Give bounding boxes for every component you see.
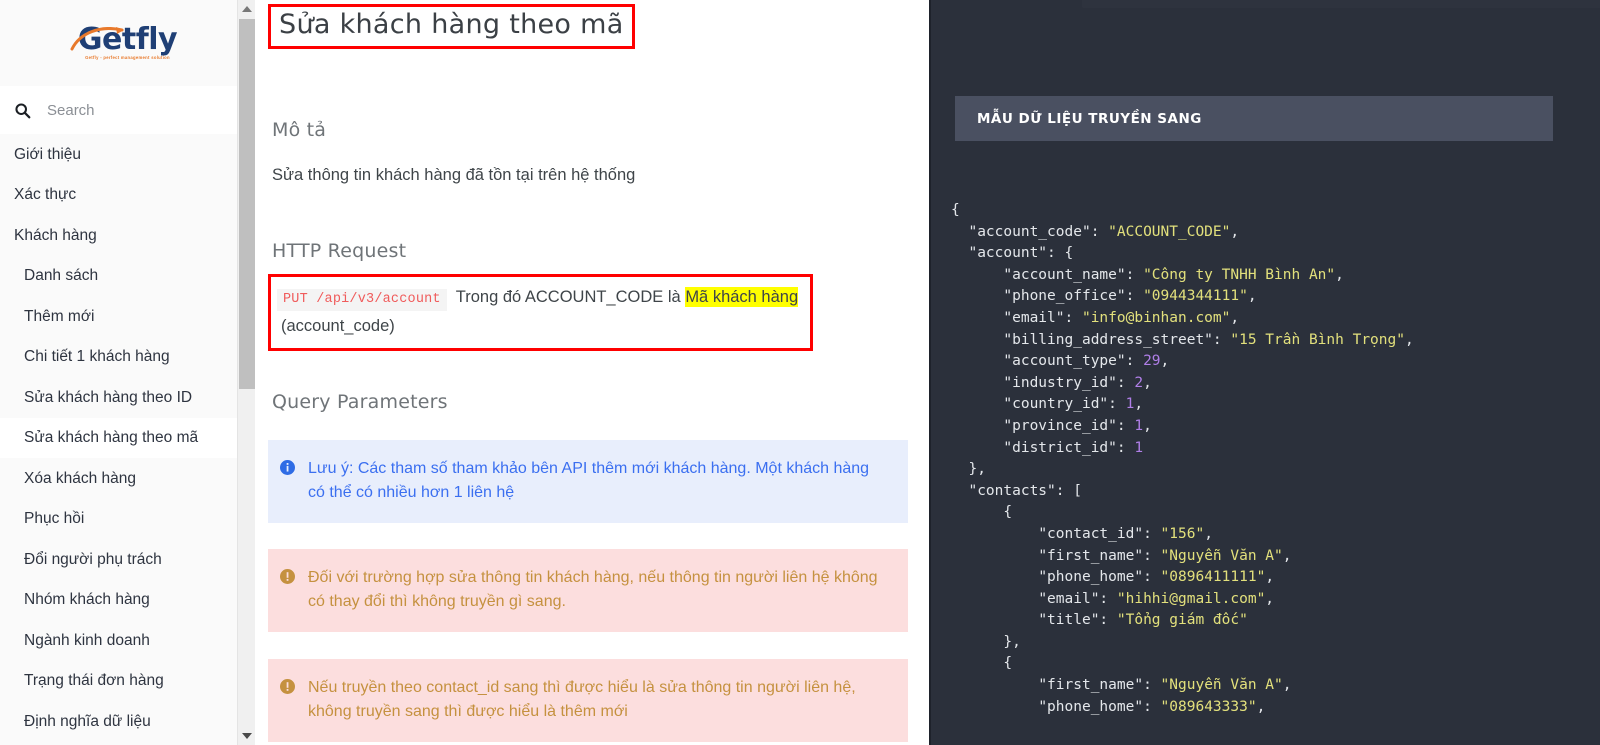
sidebar-item-label: Sửa khách hàng theo ID [24,388,193,406]
description-body: Sửa thông tin khách hàng đã tồn tại trên… [272,166,636,185]
sidebar-item-3[interactable]: Khách hàng [0,215,255,256]
sidebar-item-15[interactable]: Định nghĩa dữ liệu [0,701,255,742]
search-bar[interactable] [0,86,255,134]
exclamation-circle-icon [280,678,295,702]
sidebar-item-4[interactable]: Danh sách [0,255,255,296]
sidebar-item-label: Chi tiết 1 khách hàng [24,348,170,365]
code-sample-title: MẪU DỮ LIỆU TRUYỀN SANG [977,110,1202,127]
sidebar-item-label: Xóa khách hàng [24,469,137,487]
scroll-up-arrow-icon[interactable] [238,0,255,18]
scrollbar-thumb[interactable] [239,19,255,389]
sidebar-item-label: Xác thực [14,186,77,203]
http-desc-highlight: Mã khách hàng [685,286,799,307]
code-sample-header: MẪU DỮ LIỆU TRUYỀN SANG [955,96,1553,141]
sidebar-item-label: Giới thiệu [14,145,82,163]
search-input[interactable] [47,101,217,119]
http-path: /api/v3/account [316,291,441,307]
info-circle-icon [280,459,295,483]
sidebar-item-9[interactable]: Xóa khách hàng [0,458,255,499]
page-title: Sửa khách hàng theo mã [279,9,624,40]
notes-list: Lưu ý: Các tham số tham khảo bên API thê… [268,439,929,745]
note-warning-3: Nếu truyền theo contact_id sang thì được… [268,658,908,742]
sidebar-scrollbar[interactable] [237,0,255,745]
search-icon [15,102,31,118]
note-text: Lưu ý: Các tham số tham khảo bên API thê… [308,459,870,501]
sidebar-nav: Giới thiệu Xác thực Khách hàng Danh sách Thê… [0,134,255,742]
sidebar: Getfly Getfly - perfect management solut… [0,0,255,745]
sidebar-item-1[interactable]: Giới thiệu [0,134,255,175]
http-endpoint-code: PUT /api/v3/account [277,288,447,311]
sidebar-item-label: Danh sách [24,267,99,284]
description-heading: Mô tả [272,119,327,142]
code-sample-json: { "account_code": "ACCOUNT_CODE", "accou… [951,202,1414,715]
sidebar-item-label: Trạng thái đơn hàng [24,672,164,689]
sidebar-item-label: Ngành kinh doanh [24,631,150,649]
sidebar-item-5[interactable]: Thêm mới [0,296,255,337]
code-panel-top-bar [1082,0,1600,8]
main-content: Sửa khách hàng theo mã Mô tả Sửa thông t… [255,0,929,745]
sidebar-item-label: Phục hồi [24,510,85,527]
sidebar-item-12[interactable]: Nhóm khách hàng [0,579,255,620]
logo-tagline: Getfly - perfect management solution [85,55,170,61]
note-warning-2: Đối với trường hợp sửa thông tin khách h… [268,548,908,632]
http-request-heading: HTTP Request [272,239,407,262]
sidebar-item-7[interactable]: Sửa khách hàng theo ID [0,377,255,418]
exclamation-circle-icon [280,568,295,592]
note-text: Nếu truyền theo contact_id sang thì được… [308,678,856,720]
http-desc-line2: (account_code) [281,316,395,335]
sidebar-item-6[interactable]: Chi tiết 1 khách hàng [0,336,255,377]
scroll-down-arrow-icon[interactable] [238,727,255,745]
brand-logo[interactable]: Getfly Getfly - perfect management solut… [0,0,255,86]
http-desc-text: Trong đó ACCOUNT_CODE là [455,287,681,306]
sidebar-item-label: Đổi người phụ trách [24,550,162,568]
sidebar-item-label: Khách hàng [14,226,97,244]
sidebar-item-14[interactable]: Trạng thái đơn hàng [0,660,255,701]
http-request-annotation-box: PUT /api/v3/account Trong đó ACCOUNT_COD… [268,273,813,351]
sidebar-item-8[interactable]: Sửa khách hàng theo mã [0,417,255,458]
sidebar-item-label: Định nghĩa dữ liệu [24,712,151,730]
sidebar-item-label: Nhóm khách hàng [24,591,150,608]
sidebar-item-10[interactable]: Phục hồi [0,498,255,539]
sidebar-item-2[interactable]: Xác thực [0,174,255,215]
logo-wordmark: Getfly [77,22,178,58]
sidebar-item-label: Thêm mới [24,307,95,325]
query-parameters-heading: Query Parameters [272,390,448,413]
code-sample-panel: MẪU DỮ LIỆU TRUYỀN SANG { "account_code"… [929,0,1600,745]
note-text: Đối với trường hợp sửa thông tin khách h… [308,568,878,610]
note-info-1: Lưu ý: Các tham số tham khảo bên API thê… [268,439,908,523]
sidebar-item-11[interactable]: Đổi người phụ trách [0,539,255,580]
http-description: Trong đó ACCOUNT_CODE là Mã khách hàng [455,286,799,307]
sidebar-item-13[interactable]: Ngành kinh doanh [0,620,255,661]
page-title-annotation-box: Sửa khách hàng theo mã [268,4,635,50]
http-method: PUT [283,291,308,307]
sidebar-item-label: Sửa khách hàng theo mã [24,429,199,446]
app-root: Getfly Getfly - perfect management solut… [0,0,1600,745]
